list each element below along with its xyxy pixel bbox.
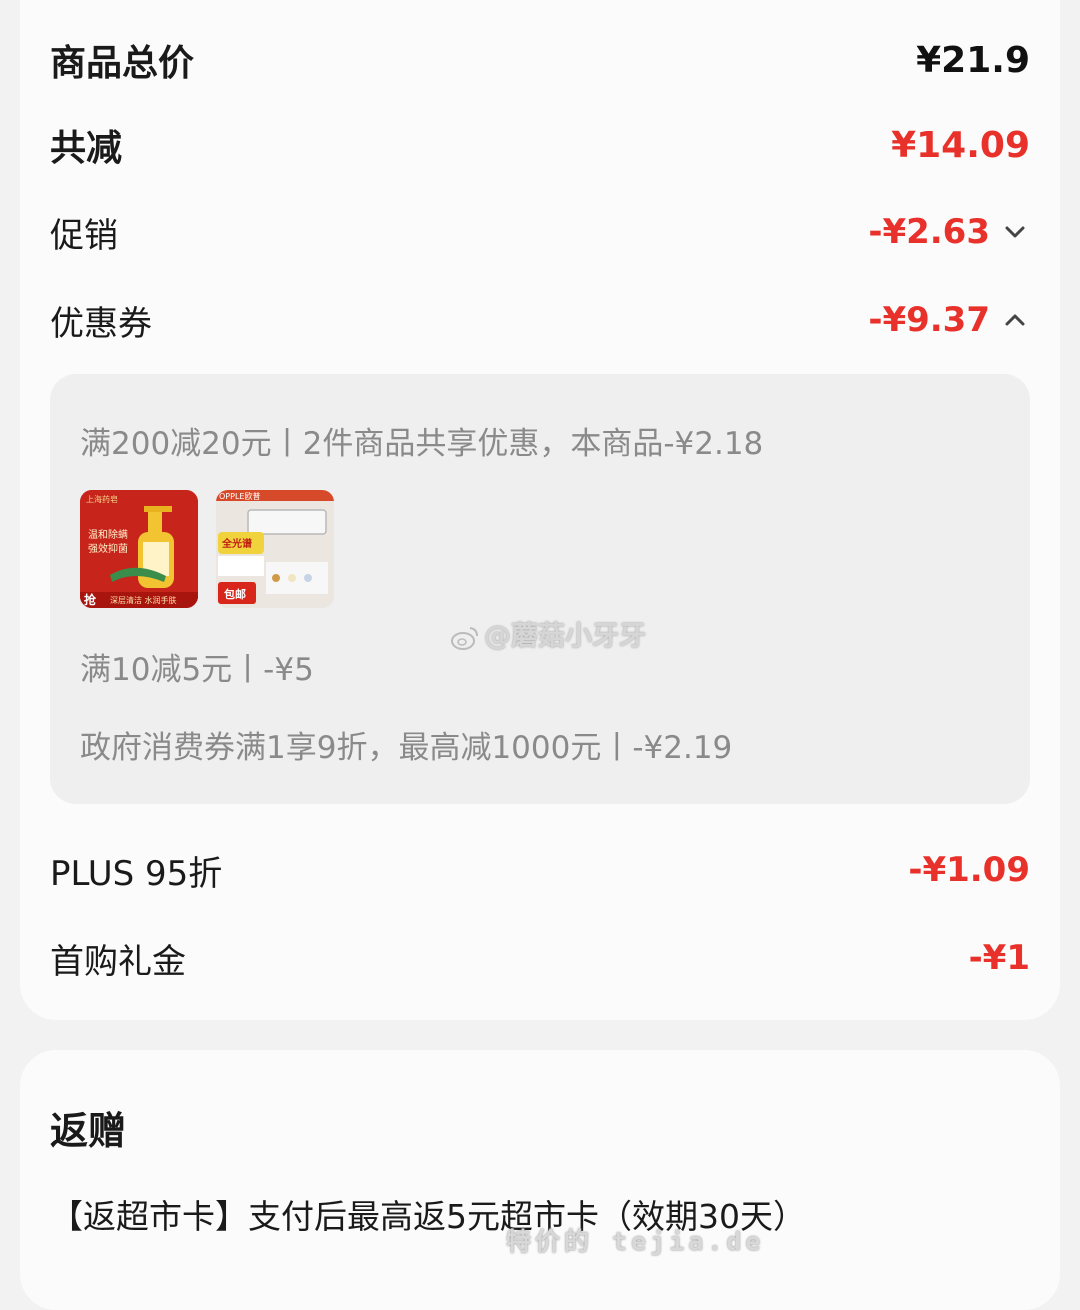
plus-discount-value: -¥1.09: [908, 850, 1030, 890]
gift-card: 返赠 【返超市卡】支付后最高返5元超市卡（效期30天）: [20, 1050, 1060, 1310]
coupon-label: 优惠券: [50, 303, 152, 344]
first-purchase-gift-row: 首购礼金 -¥1: [50, 928, 1030, 988]
weibo-icon: [451, 626, 478, 650]
hand-soap-product-thumbnail[interactable]: 上海药皂 温和除螨 强效抑菌 抢 深层清洁 水润手肤: [80, 490, 198, 608]
total-price-row: 商品总价 ¥21.9: [50, 30, 1030, 90]
soap-text-3: 抢: [84, 592, 97, 607]
hand-soap-product-image: 上海药皂 温和除螨 强效抑菌 抢 深层清洁 水润手肤: [80, 490, 198, 608]
first-purchase-gift-value: -¥1: [968, 938, 1030, 978]
promo-label: 促销: [50, 215, 118, 256]
weibo-watermark: @蘑菇小牙牙: [450, 614, 646, 653]
ceiling-lamp-product-image: OPPLE欧普 全光谱 包邮: [216, 490, 334, 608]
price-summary-card: 商品总价 ¥21.9 共减 ¥14.09 促销 -¥2.63 优惠券 -¥9.3…: [20, 0, 1060, 1020]
lamp-brand-text: OPPLE欧普: [219, 491, 260, 501]
promo-row[interactable]: 促销 -¥2.63: [50, 202, 1030, 262]
lamp-text-2: 包邮: [223, 587, 246, 601]
coupon-detail-line-1: 满200减20元丨2件商品共享优惠，本商品-¥2.18: [80, 426, 764, 462]
chevron-down-icon[interactable]: [1000, 217, 1030, 247]
ceiling-lamp-product-thumbnail[interactable]: OPPLE欧普 全光谱 包邮: [216, 490, 334, 608]
total-discount-value: ¥14.09: [891, 124, 1030, 166]
coupon-detail-line-3: 政府消费券满1享9折，最高减1000元丨-¥2.19: [80, 730, 733, 766]
gift-title: 返赠: [50, 1109, 127, 1153]
total-price-value: ¥21.9: [916, 39, 1030, 81]
promo-value: -¥2.63: [868, 212, 990, 252]
plus-discount-label: PLUS 95折: [50, 853, 223, 894]
soap-text-2: 强效抑菌: [88, 542, 128, 555]
total-discount-label: 共减: [50, 128, 123, 169]
soap-text-4: 深层清洁 水润手肤: [110, 595, 177, 605]
coupon-detail-panel: 满200减20元丨2件商品共享优惠，本商品-¥2.18 上海药皂 温和除螨 强效…: [50, 374, 1030, 804]
site-watermark: 特价的 tejia.de: [506, 1227, 765, 1256]
plus-discount-row: PLUS 95折 -¥1.09: [50, 840, 1030, 900]
total-discount-row: 共减 ¥14.09: [50, 115, 1030, 175]
first-purchase-gift-label: 首购礼金: [50, 941, 186, 982]
chevron-up-icon[interactable]: [1000, 305, 1030, 335]
coupon-row[interactable]: 优惠券 -¥9.37: [50, 290, 1030, 350]
weibo-watermark-text: @蘑菇小牙牙: [484, 621, 646, 652]
coupon-value: -¥9.37: [868, 300, 990, 340]
coupon-detail-line-2: 满10减5元丨-¥5: [80, 652, 314, 688]
soap-brand-text: 上海药皂: [86, 494, 118, 504]
soap-text-1: 温和除螨: [88, 528, 128, 541]
total-price-label: 商品总价: [50, 43, 195, 84]
lamp-text-1: 全光谱: [221, 537, 252, 550]
